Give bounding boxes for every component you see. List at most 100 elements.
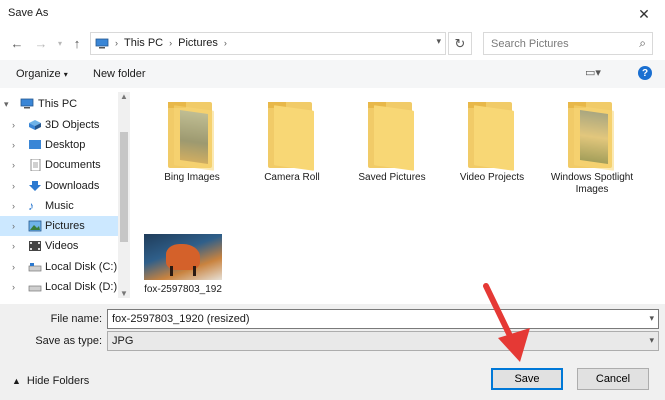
navigation-pane: ▾ This PC › 3D Objects › Desktop › Docum… xyxy=(0,90,132,300)
help-icon: ? xyxy=(641,67,649,79)
chevron-down-icon: ▾ xyxy=(63,70,68,79)
folder-saved-pictures[interactable]: Saved Pictures xyxy=(347,102,437,184)
view-icon: ▭▾ xyxy=(585,67,601,79)
arrow-right-icon: → xyxy=(34,35,48,51)
file-name-input[interactable]: fox-2597803_1920 (resized) ▾ xyxy=(107,309,659,329)
close-button[interactable]: ✕ xyxy=(628,2,660,26)
disk-icon xyxy=(28,263,42,272)
chevron-right-icon[interactable]: › xyxy=(12,120,15,130)
file-name: Windows Spotlight Images xyxy=(550,172,634,195)
organize-button[interactable]: Organize ▾ xyxy=(16,68,68,80)
chevron-right-icon: › xyxy=(223,38,227,48)
file-list: Bing Images Camera Roll Saved Pictures V… xyxy=(134,90,665,300)
save-as-type-label: Save as type: xyxy=(35,335,102,347)
scrollbar-thumb[interactable] xyxy=(120,132,128,242)
save-button[interactable]: Save xyxy=(491,368,563,390)
file-name: Bing Images xyxy=(164,172,220,183)
folder-icon xyxy=(468,102,516,171)
folder-video-projects[interactable]: Video Projects xyxy=(447,102,537,184)
tree-label: Documents xyxy=(45,159,101,171)
tree-item-local-disk-d[interactable]: › Local Disk (D:) xyxy=(0,277,118,297)
save-as-type-select[interactable]: JPG ▾ xyxy=(107,331,659,351)
tree-item-local-disk-c[interactable]: › Local Disk (C:) xyxy=(0,257,118,277)
chevron-down-icon[interactable]: ▾ xyxy=(4,99,9,110)
forward-button[interactable]: → xyxy=(32,33,50,53)
chevron-right-icon[interactable]: › xyxy=(12,201,15,211)
image-thumbnail xyxy=(144,234,222,280)
file-name: Video Projects xyxy=(459,172,525,183)
tree-label: Pictures xyxy=(45,220,85,232)
tree-item-music[interactable]: › ♪ Music xyxy=(0,196,118,216)
tree-item-documents[interactable]: › Documents xyxy=(0,155,118,175)
content-scrollbar[interactable] xyxy=(653,90,665,300)
tree-item-this-pc[interactable]: ▾ This PC xyxy=(0,94,118,114)
new-folder-button[interactable]: New folder xyxy=(93,68,146,80)
tree-item-videos[interactable]: › Videos xyxy=(0,236,118,256)
documents-icon xyxy=(30,159,41,171)
file-name-label: File name: xyxy=(50,313,102,325)
chevron-up-icon: ▲ xyxy=(12,376,21,386)
refresh-icon: ↻ xyxy=(454,35,466,51)
chevron-right-icon: › xyxy=(169,38,173,48)
search-input[interactable]: Search Pictures ⌕ xyxy=(483,32,653,55)
file-name: Saved Pictures xyxy=(358,172,426,183)
music-icon: ♪ xyxy=(28,199,34,213)
folder-windows-spotlight-images[interactable]: Windows Spotlight Images xyxy=(547,102,637,196)
hide-folders-button[interactable]: ▲ Hide Folders xyxy=(12,375,89,387)
folder-icon xyxy=(268,102,316,171)
chevron-right-icon[interactable]: › xyxy=(12,241,15,251)
chevron-down-icon[interactable]: ▾ xyxy=(649,313,654,324)
arrow-up-icon: ↑ xyxy=(73,35,81,51)
title-bar xyxy=(0,0,665,28)
refresh-button[interactable]: ↻ xyxy=(448,32,472,55)
downloads-icon xyxy=(29,181,41,191)
chevron-right-icon[interactable]: › xyxy=(12,140,15,150)
tree-label: Music xyxy=(45,200,74,212)
address-bar[interactable]: › This PC › Pictures › ▾ xyxy=(90,32,446,55)
file-name: fox-2597803_192 xyxy=(144,284,222,295)
folder-bing-images[interactable]: Bing Images xyxy=(147,102,237,184)
scroll-up-icon[interactable]: ▲ xyxy=(120,92,128,101)
arrow-left-icon: ← xyxy=(10,35,24,51)
file-fox-image[interactable]: fox-2597803_192 xyxy=(138,234,228,296)
help-button[interactable]: ? xyxy=(638,66,652,80)
tree-item-downloads[interactable]: › Downloads xyxy=(0,176,118,196)
tree-label: 3D Objects xyxy=(45,119,100,131)
close-icon: ✕ xyxy=(638,5,650,22)
save-as-type-value: JPG xyxy=(112,335,134,347)
up-button[interactable]: ↑ xyxy=(68,33,86,53)
tree-label: Videos xyxy=(45,240,79,252)
breadcrumb-pictures[interactable]: Pictures xyxy=(178,37,218,49)
tree-item-3d-objects[interactable]: › 3D Objects xyxy=(0,115,118,135)
breadcrumb-this-pc[interactable]: This PC xyxy=(124,37,163,49)
navigation-scrollbar[interactable]: ▲ ▼ xyxy=(118,92,130,298)
desktop-icon xyxy=(29,140,41,149)
folder-camera-roll[interactable]: Camera Roll xyxy=(247,102,337,184)
chevron-right-icon: › xyxy=(115,38,118,48)
chevron-right-icon[interactable]: › xyxy=(12,160,15,170)
file-name: Camera Roll xyxy=(264,172,320,183)
chevron-right-icon[interactable]: › xyxy=(12,181,15,191)
tree-label: Downloads xyxy=(45,180,100,192)
search-placeholder: Search Pictures xyxy=(491,38,569,50)
chevron-down-icon: ▾ xyxy=(57,38,62,48)
cancel-button[interactable]: Cancel xyxy=(577,368,649,390)
chevron-right-icon[interactable]: › xyxy=(12,262,15,272)
tree-item-pictures[interactable]: › Pictures xyxy=(0,216,118,236)
chevron-down-icon[interactable]: ▾ xyxy=(436,36,441,47)
chevron-right-icon[interactable]: › xyxy=(12,221,15,231)
pc-icon xyxy=(20,98,34,109)
chevron-down-icon: ▾ xyxy=(649,335,654,345)
scroll-down-icon[interactable]: ▼ xyxy=(120,289,128,298)
tree-item-desktop[interactable]: › Desktop xyxy=(0,135,118,155)
window-title: Save As xyxy=(8,7,49,19)
back-button[interactable]: ← xyxy=(8,33,26,53)
chevron-right-icon[interactable]: › xyxy=(12,282,15,292)
disk-icon xyxy=(28,285,42,292)
tree-label: Local Disk (D:) xyxy=(45,281,118,293)
view-options-button[interactable]: ▭▾ xyxy=(585,66,601,79)
tree-label: This PC xyxy=(38,98,78,110)
videos-icon xyxy=(29,241,41,251)
recent-locations-button[interactable]: ▾ xyxy=(54,33,66,53)
folder-icon xyxy=(568,102,616,171)
